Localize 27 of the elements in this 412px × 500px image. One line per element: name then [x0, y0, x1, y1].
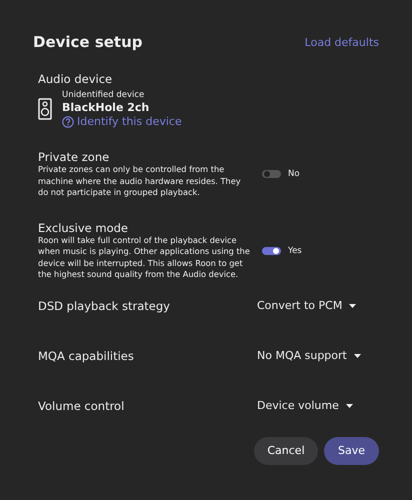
caret-icon: [354, 354, 361, 358]
help-icon: [62, 116, 74, 128]
speaker-icon: [38, 98, 52, 120]
toggle-switch[interactable]: [262, 170, 281, 178]
setting-description: Roon will take full control of the playback device when music is playing. Other applications using the device will be interrupted. This allows Roon to get the highest sound quality from the Audio device.: [38, 234, 250, 280]
device-status: Unidentified device: [62, 90, 144, 100]
toggle-switch[interactable]: [262, 246, 281, 254]
toggle-state: No: [288, 169, 300, 180]
load-defaults-link[interactable]: Load defaults: [304, 36, 379, 48]
caret-icon: [349, 304, 356, 308]
caret-icon: [346, 404, 353, 408]
setting-description: Private zones can only be controlled from the machine where the audio hardware resides. They do not participate in grouped playback.: [38, 164, 242, 198]
dropdown[interactable]: No MQA support: [257, 349, 361, 362]
dropdown[interactable]: Device volume: [257, 399, 353, 412]
identify-device-link[interactable]: Identify this device: [62, 115, 182, 128]
setting-label: DSD playback strategy: [38, 298, 171, 312]
device-name: BlackHole 2ch: [62, 101, 150, 114]
setting-label: Volume control: [38, 398, 126, 412]
setting-label: MQA capabilities: [38, 348, 135, 362]
dropdown[interactable]: Convert to PCM: [257, 299, 356, 312]
save-button[interactable]: Save: [324, 436, 379, 464]
cancel-button[interactable]: Cancel: [254, 436, 318, 464]
setting-label: Private zone: [38, 150, 110, 164]
toggle-state: Yes: [288, 246, 302, 256]
dialog-title: Device setup: [33, 33, 143, 51]
setting-label: Exclusive mode: [38, 220, 130, 234]
section-label: Audio device: [38, 72, 114, 86]
